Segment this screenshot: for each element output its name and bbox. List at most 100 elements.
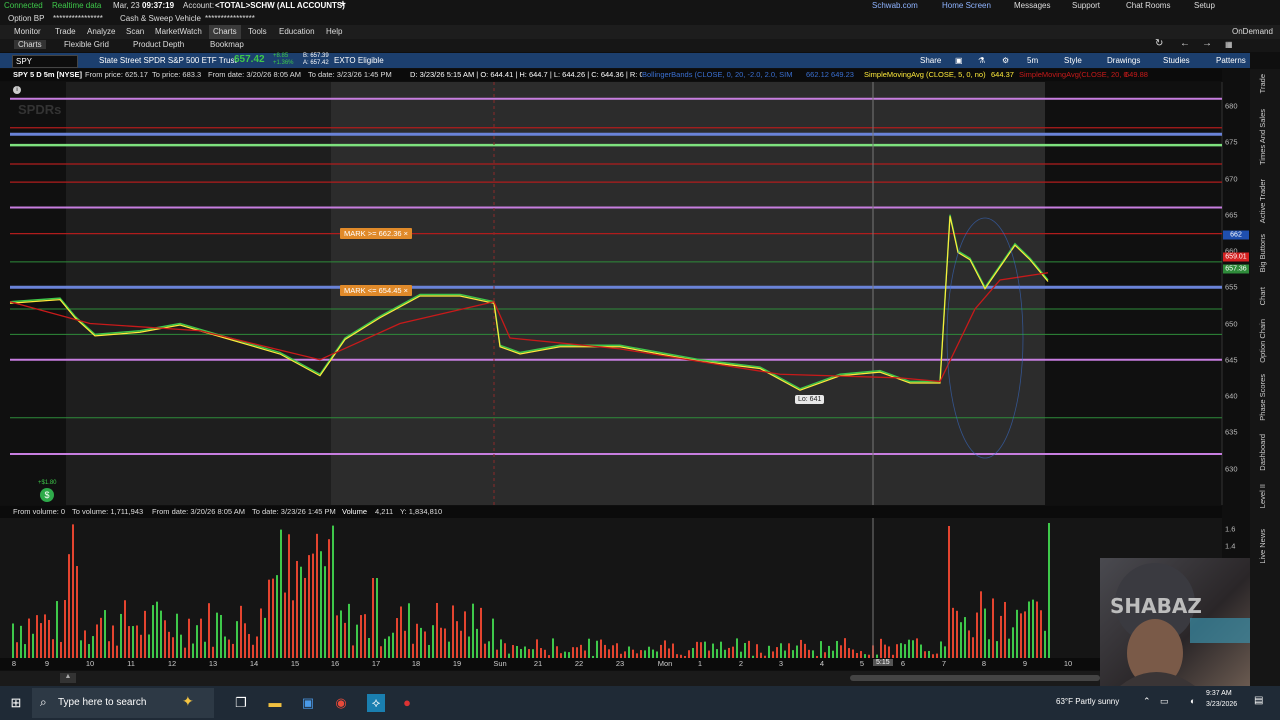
menu-charts[interactable]: Charts — [209, 25, 241, 39]
link-chat-rooms[interactable]: Chat Rooms — [1126, 1, 1170, 10]
share-button[interactable]: Share — [920, 56, 941, 65]
link-schwab[interactable]: Schwab.com — [872, 1, 918, 10]
time-axis-tick: 6 — [900, 659, 906, 668]
network-icon[interactable]: ▭ — [1160, 696, 1169, 707]
time-axis-tick: 23 — [615, 659, 625, 668]
tray-chevron-icon[interactable]: ⌃ — [1143, 696, 1151, 707]
side-tab-chart[interactable]: Chart — [1258, 287, 1267, 305]
side-tab-level-ii[interactable]: Level II — [1258, 484, 1267, 508]
menu-tools[interactable]: Tools — [248, 27, 267, 36]
forward-arrow-icon[interactable]: → — [1202, 38, 1212, 49]
volume-bar — [76, 566, 78, 658]
menu-analyze[interactable]: Analyze — [87, 27, 115, 36]
timeframe-button[interactable]: 5m — [1027, 56, 1038, 65]
side-tab-trade[interactable]: Trade — [1258, 74, 1267, 93]
volume-chart[interactable]: 1.6 1.4 — [0, 518, 1250, 658]
account-selector[interactable]: <TOTAL>SCHW (ALL ACCOUNTS) — [215, 1, 345, 10]
mark-alert-lower[interactable]: MARK <= 654.45 × — [340, 285, 413, 296]
weather-widget[interactable]: 63°F Partly sunny — [1056, 697, 1119, 706]
subtab-product-depth[interactable]: Product Depth — [133, 40, 184, 49]
volume-bar — [64, 600, 66, 658]
volume-bar — [36, 615, 38, 658]
back-arrow-icon[interactable]: ← — [1180, 38, 1190, 49]
volume-bar — [1032, 599, 1034, 658]
volume-bar — [544, 649, 546, 658]
menu-scan[interactable]: Scan — [126, 27, 144, 36]
price-chart[interactable]: 680 675 670 665 660 655 650 645 640 635 630 MARK >… — [0, 82, 1250, 505]
time-axis-tick: 15 — [290, 659, 300, 668]
gear-icon[interactable]: ⚙ — [1002, 56, 1009, 65]
link-setup[interactable]: Setup — [1194, 1, 1215, 10]
volume-bar — [552, 638, 554, 658]
ondemand-button[interactable]: OnDemand — [1232, 27, 1273, 36]
app-thinkorswim-icon[interactable]: ⟡ — [367, 694, 385, 712]
subtab-charts[interactable]: Charts — [14, 40, 46, 49]
chrome-icon[interactable]: ◉ — [332, 694, 350, 712]
side-tab-big-buttons[interactable]: Big Buttons — [1258, 234, 1267, 272]
chart-scrollbar[interactable]: ▲ — [0, 671, 1250, 686]
menu-monitor[interactable]: Monitor — [14, 27, 41, 36]
volume-bar — [608, 649, 610, 658]
camera-icon[interactable]: ▣ — [955, 56, 963, 65]
volume-bar — [436, 602, 438, 658]
side-tab-dashboard[interactable]: Dashboard — [1258, 434, 1267, 471]
volume-bar — [392, 632, 394, 658]
app-red-icon[interactable]: ● — [398, 694, 416, 712]
windows-start-icon[interactable]: ⊞ — [7, 694, 25, 712]
side-tab-live-news[interactable]: Live News — [1258, 529, 1267, 564]
link-messages[interactable]: Messages — [1014, 1, 1050, 10]
subtab-bookmap[interactable]: Bookmap — [210, 40, 244, 49]
volume-bar — [96, 624, 98, 658]
menu-trade[interactable]: Trade — [55, 27, 76, 36]
taskbar-search[interactable]: ⌕ Type here to search ✦ — [32, 688, 214, 718]
option-bp-label: Option BP — [8, 14, 45, 23]
volume-bar — [404, 630, 406, 658]
menu-education[interactable]: Education — [279, 27, 315, 36]
notification-icon[interactable]: ▤ — [1254, 695, 1263, 706]
side-tab-option-chain[interactable]: Option Chain — [1258, 319, 1267, 363]
volume-icon[interactable]: ◐ — [1190, 696, 1195, 706]
dollar-icon[interactable]: $ — [40, 488, 54, 502]
drawings-button[interactable]: Drawings — [1107, 56, 1140, 65]
side-tab-phase-scores[interactable]: Phase Scores — [1258, 374, 1267, 421]
price-axis-tick: 640 — [1225, 391, 1238, 401]
add-account-button[interactable]: + — [340, 0, 346, 10]
menu-marketwatch[interactable]: MarketWatch — [155, 27, 202, 36]
expand-icon[interactable]: ▲ — [60, 673, 76, 683]
link-support[interactable]: Support — [1072, 1, 1100, 10]
volume-bar — [132, 626, 134, 658]
volume-bar — [528, 649, 530, 658]
style-button[interactable]: Style — [1064, 56, 1082, 65]
store-icon[interactable]: ▣ — [299, 694, 317, 712]
scrollbar-thumb[interactable] — [850, 675, 1100, 681]
volume-bar — [188, 618, 190, 658]
volume-bar — [600, 639, 602, 658]
task-view-icon[interactable]: ❐ — [232, 694, 250, 712]
symbol-input[interactable]: SPY — [12, 55, 78, 68]
link-home-screen[interactable]: Home Screen — [942, 1, 991, 10]
mark-alert-upper[interactable]: MARK >= 662.36 × — [340, 228, 413, 239]
subtab-flexible-grid[interactable]: Flexible Grid — [64, 40, 109, 49]
volume-bar — [280, 529, 282, 658]
patterns-button[interactable]: Patterns — [1216, 56, 1246, 65]
volume-chart-canvas[interactable] — [0, 518, 1250, 658]
grid-layout-icon[interactable]: ▦ — [1225, 40, 1233, 49]
volume-bar — [784, 650, 786, 658]
price-chart-canvas[interactable] — [0, 82, 1250, 505]
volume-bar — [300, 566, 302, 658]
volume-bar — [484, 643, 486, 658]
flask-icon[interactable]: ⚗ — [978, 56, 985, 65]
info-icon[interactable]: i — [13, 86, 21, 94]
volume-bar — [972, 637, 974, 658]
undo-icon[interactable]: ↻ — [1155, 38, 1163, 49]
file-explorer-icon[interactable]: ▬ — [266, 694, 284, 712]
menu-help[interactable]: Help — [326, 27, 342, 36]
studies-button[interactable]: Studies — [1163, 56, 1190, 65]
side-tab-active-trader[interactable]: Active Trader — [1258, 179, 1267, 223]
volume-bar — [748, 640, 750, 658]
volume-bar — [260, 608, 262, 658]
side-tab-times-and-sales[interactable]: Times And Sales — [1258, 109, 1267, 165]
volume-bar — [664, 640, 666, 658]
volume-bar — [956, 610, 958, 658]
volume-bar — [212, 646, 214, 658]
